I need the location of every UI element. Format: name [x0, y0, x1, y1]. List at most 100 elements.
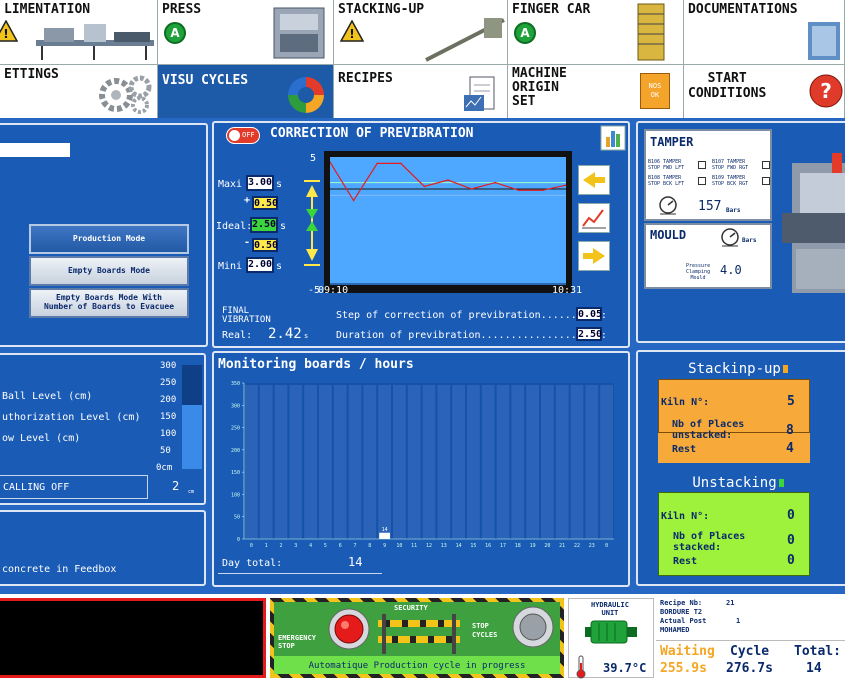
nav-press-label: PRESS: [162, 2, 202, 17]
nav-start-conditions-label: START CONDITIONS: [688, 71, 767, 101]
maxi-value-input[interactable]: 3.00: [246, 175, 274, 191]
previbration-toggle[interactable]: OFF: [226, 127, 260, 144]
stacker-machine-icon: [425, 18, 505, 62]
ball-level-label: Ball Level (cm): [2, 391, 93, 402]
actual-post-value: 1: [736, 617, 741, 625]
svg-text:!: !: [349, 27, 354, 41]
hour-column-background: [600, 385, 613, 539]
mini-value-input[interactable]: 2.00: [246, 257, 274, 273]
nav-row-1: LIMENTATION ! PRESS A STACKING-UP ! FING…: [0, 0, 845, 64]
trend-line-icon: [582, 209, 606, 229]
nav-stacking-up[interactable]: STACKING-UP !: [334, 0, 508, 64]
ideal-value-input[interactable]: 2.50: [250, 217, 278, 233]
real-value: 2.42: [268, 326, 302, 342]
production-mode-button[interactable]: Production Mode: [29, 224, 189, 254]
x-tick-label: 18: [515, 543, 521, 549]
pressure-gauge-icon: [721, 228, 739, 247]
stacking-up-title: Stackinp-up: [688, 361, 781, 377]
hour-column-background: [393, 385, 406, 539]
unstacking-indicator-icon: [778, 479, 784, 487]
hour-column-background: [511, 385, 525, 539]
cycle-value: 276.7s: [726, 661, 773, 676]
nav-recipes[interactable]: RECIPES: [334, 65, 508, 118]
plus-tolerance-input[interactable]: 0.50: [252, 196, 278, 210]
nav-visu-cycles-label: VISU CYCLES: [162, 73, 249, 88]
recipe-document-icon: [464, 76, 495, 111]
waiting-value: 255.9s: [660, 661, 707, 676]
hour-column-background: [245, 385, 258, 539]
x-tick-label: 0: [605, 543, 608, 549]
x-tick-label: 19: [530, 543, 536, 549]
x-tick-label: 23: [589, 543, 595, 549]
hour-column-background: [526, 385, 539, 539]
nav-visu-cycles[interactable]: VISU CYCLES: [158, 65, 334, 118]
hour-column-background: [570, 385, 584, 539]
nav-start-conditions[interactable]: START CONDITIONS ?: [684, 65, 845, 118]
empty-boards-mode-button[interactable]: Empty Boards Mode: [29, 256, 189, 286]
stacking-rest-value: 4: [786, 441, 794, 456]
waiting-label: Waiting: [660, 644, 715, 659]
calling-off-value: 2: [172, 479, 180, 493]
nav-alimentation[interactable]: LIMENTATION !: [0, 0, 158, 64]
y-tick-label: 150: [231, 470, 240, 476]
hour-column-background: [274, 385, 288, 539]
mode-value-field[interactable]: [0, 143, 70, 157]
y-tick-label: 250: [231, 426, 240, 432]
hour-column-background: [422, 385, 436, 539]
svg-text:?: ?: [820, 79, 832, 103]
previbration-series-line: [330, 161, 566, 202]
warning-icon: !: [0, 20, 18, 42]
security-label: SECURITY: [394, 604, 428, 612]
hour-column-background: [555, 385, 569, 539]
previbration-point: [352, 199, 355, 202]
hour-column-background: [363, 385, 377, 539]
boards-per-hour-bar-chart: 3503002502001501005000 1 2 3 4 5 6 7 8149 10 11 12 1…: [231, 381, 614, 549]
trend-export-icon[interactable]: [600, 125, 626, 151]
hour-column-background: [481, 385, 495, 539]
nav-finger-car[interactable]: FINGER CAR A: [508, 0, 684, 64]
chart-time-start: 09:10: [318, 285, 349, 296]
x-tick-label: 3: [294, 543, 297, 549]
low-level-label: ow Level (cm): [2, 433, 81, 444]
emergency-stop-button-icon[interactable]: [326, 606, 372, 652]
mould-box: MOULD Bars Pressure Clamping Mould 4.0: [644, 223, 772, 289]
nav-settings[interactable]: ETTINGS: [0, 65, 158, 118]
day-total-label: Day total:: [222, 558, 283, 569]
x-tick-label: 2: [279, 543, 282, 549]
nav-press[interactable]: PRESS A: [158, 0, 334, 64]
maxi-label: Maxi: [218, 179, 243, 190]
concrete-panel: concrete in Feedbox: [0, 510, 206, 586]
hour-column-background: [333, 385, 347, 539]
stacking-indicator-icon: [782, 365, 788, 373]
x-tick-label: 9: [383, 543, 386, 549]
empty-boards-evacuee-button[interactable]: Empty Boards Mode With Number of Boards …: [29, 288, 189, 318]
nav-documentations[interactable]: DOCUMENTATIONS: [684, 0, 845, 64]
mode-panel: Production Mode Empty Boards Mode Empty …: [0, 123, 208, 347]
step-correction-input[interactable]: 0.05: [576, 307, 602, 321]
arrow-right-icon: [583, 248, 605, 264]
chart-scroll-left-button[interactable]: [578, 165, 610, 195]
nav-machine-origin-set[interactable]: MACHINE ORIGIN SET NOS OK: [508, 65, 684, 118]
unstacking-kiln-value: 0: [787, 508, 795, 523]
tamper-box: TAMPER B106 TAMPER STOP FWD LFT B107 TAM…: [644, 129, 772, 221]
monitoring-panel: Monitoring boards / hours 350 300 250 200 15…: [212, 351, 630, 587]
stacking-kiln-value: 5: [787, 394, 795, 409]
sensor-b109-indicator: [762, 177, 770, 185]
hour-column-background: [407, 385, 421, 539]
thermometer-icon: [576, 655, 586, 679]
x-tick-label: 22: [574, 543, 580, 549]
recipe-info-box: Recipe Nb: 21 BORDURE T2 Actual Post 1 M…: [656, 598, 845, 638]
duration-previbration-input[interactable]: 2.50: [576, 327, 602, 341]
x-tick-label: 0: [250, 543, 253, 549]
nav-documentations-label: DOCUMENTATIONS: [688, 2, 798, 17]
chart-scroll-right-button[interactable]: [578, 241, 610, 271]
tamper-mould-panel: TAMPER B106 TAMPER STOP FWD LFT B107 TAM…: [636, 121, 845, 343]
chart-trend-button[interactable]: [578, 203, 610, 233]
stop-cycles-button-icon[interactable]: [510, 604, 556, 650]
nav-alimentation-label: LIMENTATION: [4, 2, 91, 17]
x-tick-label: 7: [353, 543, 356, 549]
unstacking-places-value: 0: [787, 533, 795, 548]
conveyor-machine-icon: [36, 24, 154, 60]
minus-tolerance-input[interactable]: 0.50: [252, 238, 278, 252]
hour-column-background: [319, 385, 332, 539]
